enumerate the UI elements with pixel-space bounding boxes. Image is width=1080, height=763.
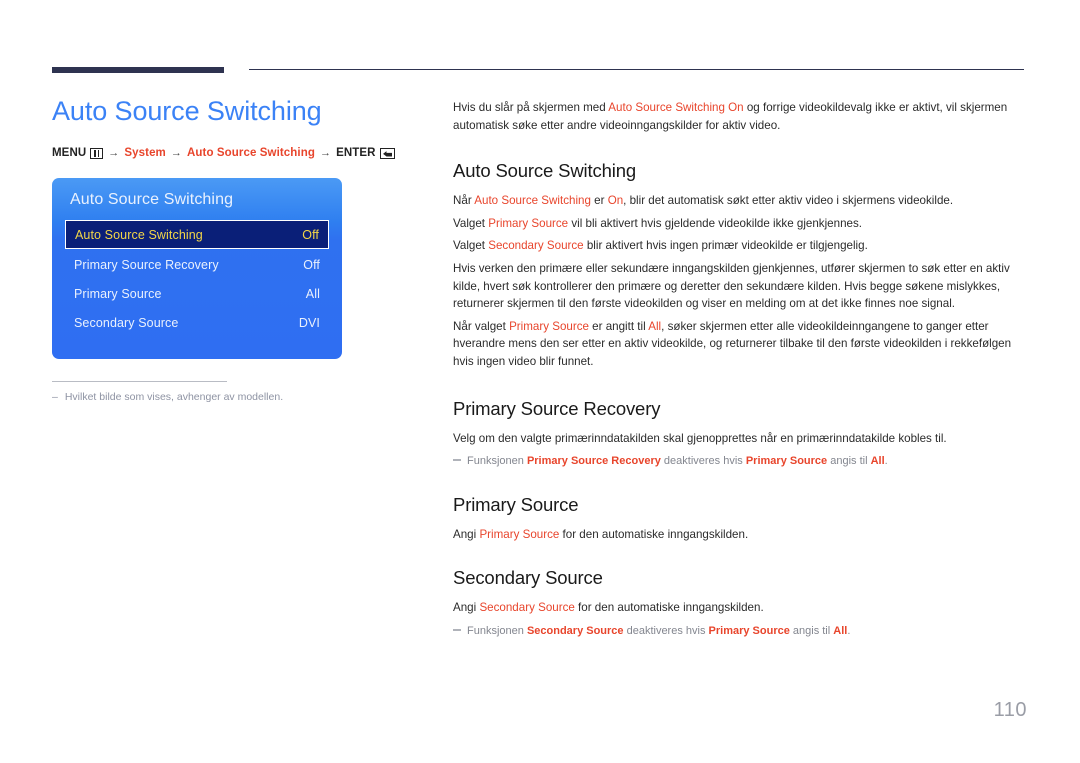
section-heading: Primary Source [453, 493, 579, 515]
lead-paragraph: Hvis du slår på skjermen med Auto Source… [453, 99, 1025, 134]
section-secondary-source: Secondary Source Angi Secondary Source f… [453, 567, 1025, 639]
osd-row-auto-source-switching[interactable]: Auto Source Switching Off [65, 220, 329, 250]
section-paragraph-4: Hvis verken den primære eller sekundære … [453, 262, 1010, 311]
inline-highlight: Primary Source [509, 319, 589, 333]
osd-row-primary-source[interactable]: Primary Source All [65, 279, 329, 308]
section-paragraph-5: Når valget Primary Source er angitt til … [453, 318, 1025, 371]
section-paragraph-1: Angi Secondary Source for den automatisk… [453, 599, 1025, 617]
section-auto-source-switching: Auto Source Switching Når Auto Source Sw… [453, 160, 1025, 370]
inline-highlight: Secondary Source [479, 601, 575, 615]
txt: , blir det automatisk søkt etter aktiv v… [623, 194, 954, 208]
txt: . [884, 455, 888, 468]
breadcrumb-enter-label: ENTER [336, 147, 376, 160]
right-column: Hvis du slår på skjermen med Auto Source… [453, 99, 1025, 664]
txt: deaktiveres hvis [623, 625, 709, 638]
inline-highlight: Primary Source [745, 455, 828, 468]
enter-return-icon [379, 147, 395, 159]
section-primary-source: Primary Source Angi Primary Source for d… [453, 494, 1025, 544]
txt: vil bli aktivert hvis gjeldende videokil… [568, 216, 862, 230]
breadcrumb-arrow-2: → [170, 147, 182, 160]
left-column: Auto Source Switching MENU → System → Au… [52, 96, 417, 405]
txt: Funksjonen [467, 455, 527, 468]
osd-row-label: Primary Source [74, 286, 162, 301]
osd-row-value: Off [302, 227, 319, 242]
section-paragraph-2: Valget Primary Source vil bli aktivert h… [453, 215, 1025, 233]
inline-highlight: Primary Source [488, 216, 569, 230]
osd-row-value: Off [303, 257, 320, 272]
osd-row-label: Primary Source Recovery [74, 257, 219, 272]
breadcrumb-path: Auto Source Switching [187, 147, 315, 160]
osd-menu-panel: Auto Source Switching Auto Source Switch… [52, 178, 342, 360]
txt: . [847, 625, 851, 638]
breadcrumb-arrow-3: → [319, 147, 332, 160]
txt: Funksjonen [467, 625, 527, 638]
txt: Valget [453, 216, 489, 230]
breadcrumb: MENU → System → Auto Source Switching → … [52, 147, 417, 159]
page-title: Auto Source Switching [52, 96, 322, 126]
txt: Når valget [453, 319, 510, 333]
txt: er angitt til [588, 319, 649, 333]
inline-highlight: On [607, 194, 624, 208]
section-note: Funksjonen Primary Source Recovery deakt… [453, 453, 1025, 470]
txt: Angi [453, 601, 480, 615]
lead-pre: Hvis du slår på skjermen med [453, 101, 609, 114]
header-rule-thin [249, 69, 1024, 70]
left-footnote: – Hvilket bilde som vises, avhenger av m… [52, 390, 417, 405]
txt: Angi [453, 527, 480, 541]
osd-row-value: DVI [298, 315, 320, 330]
section-paragraph-1: Når Auto Source Switching er On, blir de… [453, 192, 1025, 210]
section-heading: Secondary Source [453, 567, 603, 589]
txt: angis til [827, 455, 871, 468]
txt: deaktiveres hvis [660, 455, 746, 468]
inline-highlight: Primary Source [479, 527, 560, 541]
osd-row-primary-source-recovery[interactable]: Primary Source Recovery Off [65, 250, 329, 279]
page-number: 110 [993, 699, 1027, 721]
inline-highlight: All [648, 319, 662, 333]
inline-highlight: Auto Source Switching [474, 194, 591, 208]
section-paragraph-3: Valget Secondary Source blir aktivert hv… [453, 237, 1025, 255]
txt: for den automatiske inngangskilden. [574, 601, 764, 615]
inline-highlight: Primary Source Recovery [526, 455, 661, 468]
section-paragraph-1: Velg om den valgte primærinndatakilden s… [453, 431, 947, 445]
osd-row-value: All [305, 286, 320, 301]
section-heading: Auto Source Switching [453, 160, 636, 182]
inline-highlight: Secondary Source [526, 625, 624, 638]
osd-panel-title: Auto Source Switching [70, 191, 234, 209]
breadcrumb-arrow-1: → [108, 147, 120, 160]
inline-highlight: All [870, 455, 885, 468]
breadcrumb-system: System [124, 147, 166, 160]
section-heading: Primary Source Recovery [453, 397, 661, 419]
txt: er [590, 194, 608, 208]
section-note: Funksjonen Secondary Source deaktiveres … [453, 623, 1025, 640]
inline-highlight: All [833, 625, 848, 638]
footnote-text: Hvilket bilde som vises, avhenger av mod… [64, 391, 284, 404]
footnote-dash: – [52, 391, 58, 404]
txt: blir aktivert hvis ingen primær videokil… [583, 239, 868, 253]
inline-highlight: Primary Source [708, 625, 790, 638]
txt: angis til [789, 625, 834, 638]
lead-highlight: Auto Source Switching On [608, 101, 744, 114]
section-paragraph-1: Angi Primary Source for den automatiske … [453, 526, 1025, 544]
txt: Valget [453, 239, 489, 253]
menu-bars-icon [90, 147, 104, 159]
osd-row-label: Secondary Source [74, 315, 179, 330]
left-note-divider [52, 381, 227, 383]
osd-row-label: Auto Source Switching [75, 227, 203, 242]
txt: for den automatiske inngangskilden. [559, 527, 749, 541]
section-primary-source-recovery: Primary Source Recovery Velg om den valg… [453, 398, 1025, 470]
inline-highlight: Secondary Source [488, 239, 584, 253]
breadcrumb-menu-label: MENU [52, 147, 87, 160]
osd-row-secondary-source[interactable]: Secondary Source DVI [65, 308, 329, 337]
header-rule-thick [52, 67, 224, 73]
txt: Når [453, 194, 475, 208]
